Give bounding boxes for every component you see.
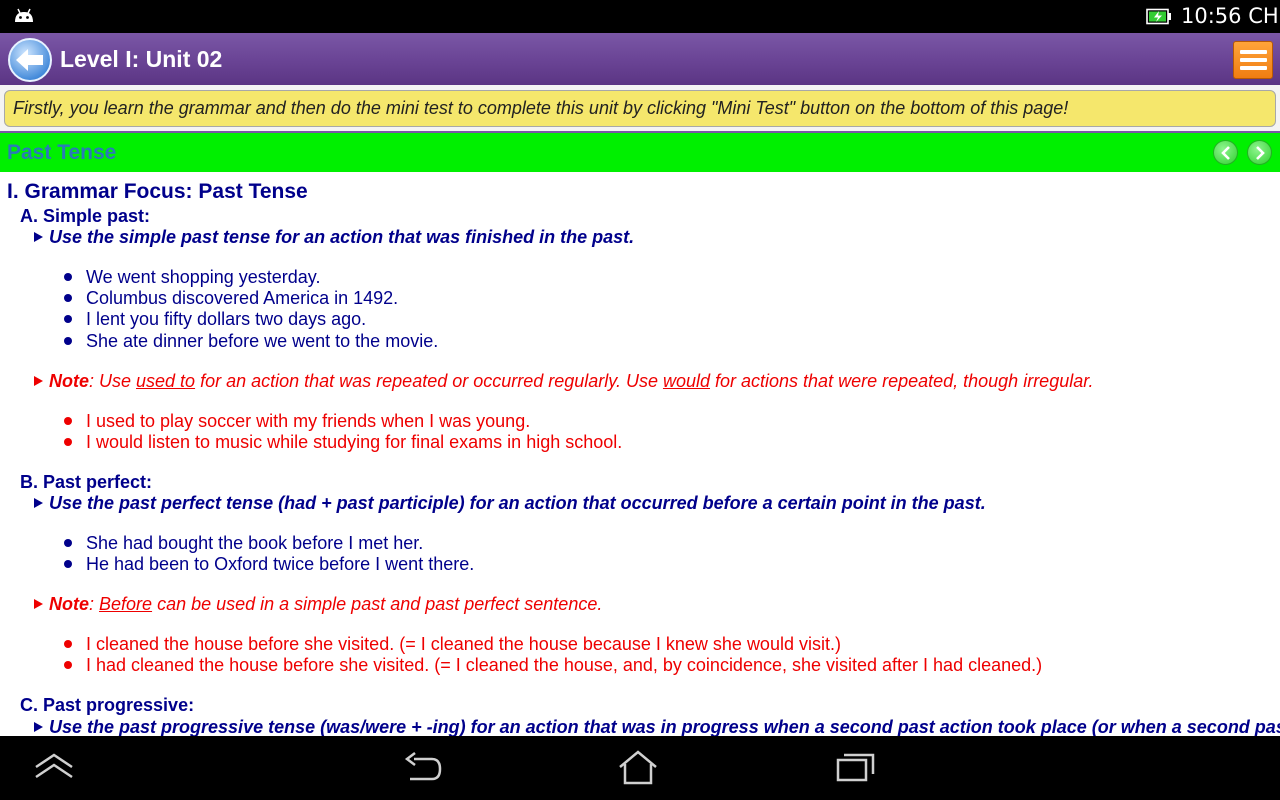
status-bar: 10:56 CH [0,0,1280,33]
arrow-marker-icon [34,498,43,508]
bullet-icon [64,337,72,345]
example-item: Columbus discovered America in 1492. [64,288,398,309]
example-item: She had bought the book before I met her… [64,533,423,554]
bullet-icon [64,661,72,669]
page-title: Level I: Unit 02 [60,46,223,72]
example-item: He had been to Oxford twice before I wen… [64,554,474,575]
bullet-icon [64,294,72,302]
rule-text: Use the simple past tense for an action … [34,227,634,248]
chevron-right-icon [1256,146,1265,160]
subsection-title: B. Past perfect: [20,472,153,492]
app-bar: Level I: Unit 02 [0,33,1280,85]
example-item: We went shopping yesterday. [64,267,320,288]
arrow-marker-icon [34,599,43,609]
rule-text: Use the past perfect tense (had + past p… [34,493,986,514]
recent-apps-icon[interactable] [834,750,878,784]
arrow-marker-icon [34,376,43,386]
next-section-button[interactable] [1247,140,1272,165]
bullet-icon [64,273,72,281]
menu-button[interactable] [1233,41,1273,79]
bullet-icon [64,560,72,568]
example-item: She ate dinner before we went to the mov… [64,331,438,352]
arrow-marker-icon [34,722,43,732]
back-arrow-icon[interactable] [7,37,53,83]
rule-text: Use the past progressive tense (was/were… [34,717,1280,736]
back-icon[interactable] [402,750,446,784]
subsection-title: A. Simple past: [20,206,151,226]
home-icon[interactable] [617,750,659,786]
content-area[interactable]: Firstly, you learn the grammar and then … [0,85,1280,736]
bullet-icon [64,438,72,446]
note-example-item: I cleaned the house before she visited. … [64,634,841,655]
section-title: Past Tense [7,141,117,164]
example-item: I lent you fifty dollars two days ago. [64,309,366,330]
prev-section-button[interactable] [1213,140,1238,165]
bullet-icon [64,315,72,323]
bullet-icon [64,640,72,648]
note-example-item: I used to play soccer with my friends wh… [64,411,530,432]
note-example-item: I would listen to music while studying f… [64,432,622,453]
collapse-up-icon[interactable] [33,750,75,784]
note-text: Note: Use used to for an action that was… [34,371,1094,392]
note-example-item: I had cleaned the house before she visit… [64,655,1042,676]
notice-strip: Firstly, you learn the grammar and then … [0,85,1280,131]
system-nav-bar [0,736,1280,800]
subsection-title: C. Past progressive: [20,695,195,715]
clock: 10:56 CH [1181,4,1279,28]
note-text: Note: Before can be used in a simple pas… [34,594,602,615]
chevron-left-icon [1221,146,1230,160]
lesson-heading: I. Grammar Focus: Past Tense [7,180,308,203]
battery-charging-icon [1146,8,1171,25]
bullet-icon [64,539,72,547]
section-bar: Past Tense [0,133,1280,172]
arrow-marker-icon [34,232,43,242]
instruction-notice: Firstly, you learn the grammar and then … [4,90,1276,127]
bullet-icon [64,417,72,425]
android-debug-icon [15,8,33,22]
